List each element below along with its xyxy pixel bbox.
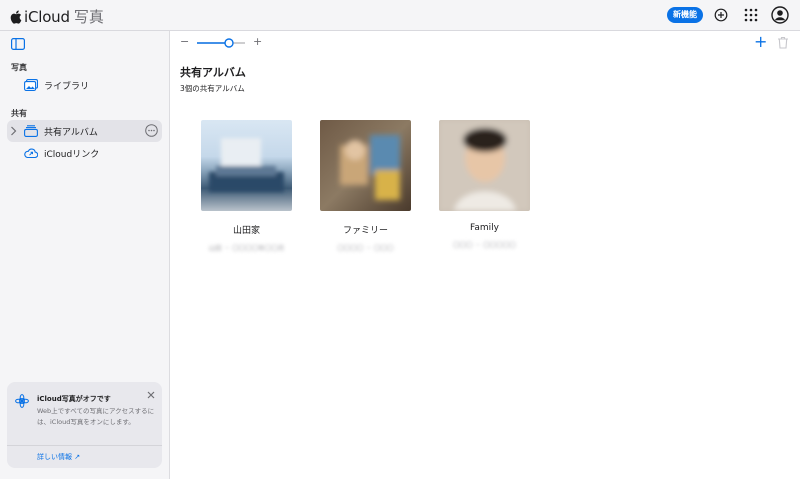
page-title: 共有アルバム	[180, 66, 246, 79]
sidebar-item-shared-albums[interactable]: 共有アルバム	[7, 120, 162, 142]
close-icon[interactable]	[147, 391, 155, 399]
album-card[interactable]: Family 〇〇〇 ・ 〇〇〇〇〇	[439, 120, 530, 249]
photos-flower-icon	[15, 394, 29, 408]
album-thumbnail[interactable]	[320, 120, 411, 211]
album-meta: 山田 ・ 〇〇〇〇年〇〇月	[208, 244, 285, 252]
sidebar-item-label: ライブラリ	[44, 82, 90, 92]
shared-album-icon	[24, 125, 38, 137]
brand-name: iCloud	[24, 7, 70, 26]
add-icon[interactable]: +	[754, 34, 767, 50]
app-grid-icon[interactable]	[742, 6, 760, 24]
top-bar: iCloud 写真 新機能	[0, 0, 800, 31]
account-icon[interactable]	[771, 6, 789, 24]
sidebar-item-label: iCloudリンク	[44, 150, 100, 160]
learn-more-link[interactable]: 詳しい情報 ↗	[37, 452, 80, 462]
new-features-badge[interactable]: 新機能	[667, 7, 703, 23]
album-name: ファミリー	[342, 226, 388, 236]
more-options-icon[interactable]	[145, 124, 158, 137]
album-name: 山田家	[232, 226, 260, 236]
album-name: Family	[470, 223, 499, 233]
sidebar-item-label: 共有アルバム	[44, 128, 98, 138]
notice-title: iCloud写真がオフです	[37, 395, 111, 403]
plus-circle-icon[interactable]	[712, 6, 730, 24]
apple-logo-icon	[10, 9, 22, 24]
notice-body: Web上ですべての写真にアクセスするには、iCloud写真をオンにします。	[37, 407, 155, 426]
main-content: − + + 共有アルバム 3個の共有アルバム 山田家 山田 ・ 〇〇〇〇年〇〇月…	[171, 31, 800, 479]
shared-section-heading: 共有	[11, 109, 27, 118]
sidebar-item-library[interactable]: ライブラリ	[7, 74, 162, 96]
photos-section-heading: 写真	[11, 63, 27, 72]
zoom-out-button[interactable]: −	[180, 35, 189, 48]
brand-section: 写真	[73, 8, 104, 26]
album-card[interactable]: ファミリー 〇〇〇〇 ・ 〇〇〇	[320, 120, 411, 252]
sidebar: 写真 ライブラリ 共有 共有アルバム iCloudリンク iCloud写真がオフ…	[0, 31, 170, 479]
album-thumbnail[interactable]	[439, 120, 530, 211]
notice-divider	[7, 445, 162, 446]
album-meta: 〇〇〇 ・ 〇〇〇〇〇	[453, 241, 516, 249]
chevron-right-icon[interactable]	[10, 126, 17, 136]
album-card[interactable]: 山田家 山田 ・ 〇〇〇〇年〇〇月	[201, 120, 292, 252]
album-thumbnail[interactable]	[201, 120, 292, 211]
trash-icon[interactable]	[777, 36, 789, 49]
sidebar-item-icloud-links[interactable]: iCloudリンク	[7, 142, 162, 164]
app-brand[interactable]: iCloud 写真	[10, 6, 104, 27]
album-count: 3個の共有アルバム	[180, 84, 245, 93]
photo-library-icon	[24, 79, 38, 91]
sidebar-toggle-icon[interactable]	[11, 38, 25, 50]
icloud-photos-off-notice: iCloud写真がオフです Web上ですべての写真にアクセスするには、iClou…	[7, 382, 162, 468]
cloud-link-icon	[24, 148, 38, 159]
zoom-in-button[interactable]: +	[253, 35, 262, 48]
album-meta: 〇〇〇〇 ・ 〇〇〇	[337, 244, 394, 252]
zoom-slider[interactable]	[196, 37, 246, 49]
